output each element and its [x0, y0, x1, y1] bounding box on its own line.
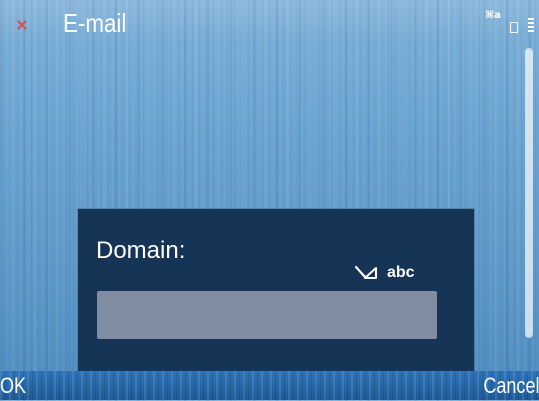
app-title: E-mail [63, 8, 127, 38]
input-mode-label: abc [387, 264, 415, 281]
domain-dialog: Domain: abc [78, 209, 474, 371]
status-icons: ⌘a [475, 6, 539, 36]
domain-input[interactable] [97, 291, 437, 339]
scrollbar[interactable] [525, 48, 533, 338]
scroll-thumb[interactable] [526, 49, 532, 337]
ok-softkey[interactable]: OK [0, 371, 26, 400]
softkey-bar: OK Cancel [0, 371, 539, 400]
input-indicator: ⌘a [485, 10, 502, 21]
signal-icon [528, 18, 534, 32]
title-bar: E-mail ⌘a [0, 0, 539, 42]
pen-icon [355, 265, 377, 279]
battery-icon [510, 22, 518, 33]
dialog-label: Domain: [96, 237, 186, 264]
cancel-softkey[interactable]: Cancel [483, 371, 539, 400]
close-icon[interactable] [17, 20, 27, 30]
input-mode-indicator: abc [355, 263, 415, 283]
